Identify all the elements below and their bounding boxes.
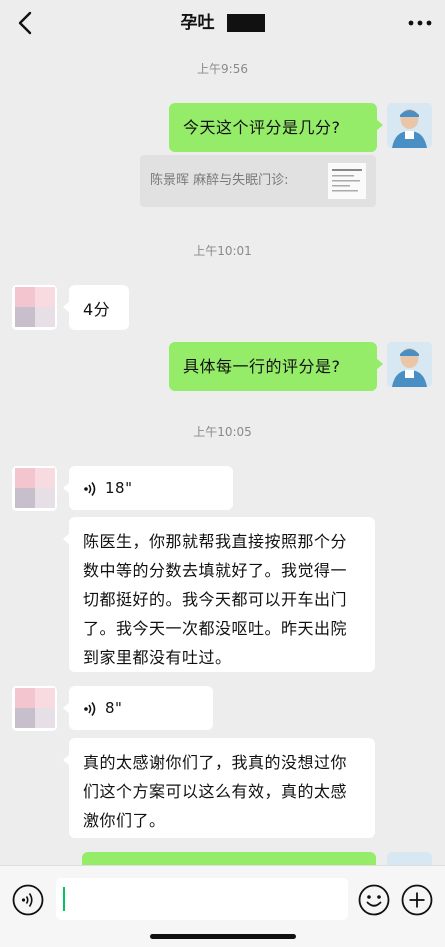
message-text: 真的太感谢你们了，我真的没想过你们这个方案可以这么有效，真的太感激你们了。 xyxy=(83,753,348,830)
message-bubble-other[interactable]: 4分 xyxy=(63,285,129,330)
quoted-message[interactable]: 陈景晖 麻醉与失眠门诊: xyxy=(140,155,376,207)
emoji-icon[interactable] xyxy=(358,884,390,916)
message-input[interactable] xyxy=(56,878,348,920)
voice-input-icon[interactable] xyxy=(12,884,44,916)
voice-wave-icon xyxy=(84,701,96,716)
patient-avatar-icon xyxy=(12,686,57,731)
avatar[interactable] xyxy=(387,103,432,148)
message-bubble-self-partial[interactable] xyxy=(82,852,376,866)
document-thumbnail-icon xyxy=(328,163,366,199)
avatar-partial[interactable] xyxy=(387,852,432,866)
voice-duration: 18" xyxy=(105,479,133,497)
timestamp: 上午10:05 xyxy=(193,425,252,439)
doctor-avatar-icon xyxy=(387,103,432,148)
message-bubble-self[interactable]: 具体每一行的评分是? xyxy=(169,342,383,391)
message-bubble-self[interactable]: 今天这个评分是几分? xyxy=(169,103,383,152)
plus-icon[interactable] xyxy=(401,884,433,916)
quote-text: 陈景晖 麻醉与失眠门诊: xyxy=(150,173,289,188)
avatar[interactable] xyxy=(12,466,57,511)
message-text: 今天这个评分是几分? xyxy=(183,118,341,137)
message-text: 具体每一行的评分是? xyxy=(183,357,341,376)
patient-avatar-icon xyxy=(12,466,57,511)
redacted-name xyxy=(226,14,265,32)
message-bubble-other[interactable]: 真的太感谢你们了，我真的没想过你们这个方案可以这么有效，真的太感激你们了。 xyxy=(63,738,375,838)
chat-header: 孕吐 xyxy=(0,0,445,46)
timestamp: 上午10:01 xyxy=(193,244,252,258)
avatar[interactable] xyxy=(12,686,57,731)
more-icon[interactable] xyxy=(407,16,433,30)
message-text: 4分 xyxy=(83,300,111,319)
chat-title-area: 孕吐 xyxy=(0,10,445,36)
voice-wave-icon xyxy=(84,481,96,496)
patient-avatar-icon xyxy=(12,285,57,330)
timestamp: 上午9:56 xyxy=(197,62,248,76)
avatar[interactable] xyxy=(387,342,432,387)
chat-title: 孕吐 xyxy=(180,13,215,33)
voice-message[interactable]: 18" xyxy=(63,466,233,510)
message-text: 陈医生，你那就帮我直接按照那个分数中等的分数去填就好了。我觉得一切都挺好的。我今… xyxy=(83,532,348,667)
quote-thumbnail xyxy=(328,163,366,199)
message-bubble-other[interactable]: 陈医生，你那就帮我直接按照那个分数中等的分数去填就好了。我觉得一切都挺好的。我今… xyxy=(63,517,375,672)
voice-duration: 8" xyxy=(105,699,123,717)
home-indicator xyxy=(150,934,296,939)
doctor-avatar-icon xyxy=(387,342,432,387)
avatar[interactable] xyxy=(12,285,57,330)
text-caret xyxy=(63,887,65,911)
voice-message[interactable]: 8" xyxy=(63,686,213,730)
